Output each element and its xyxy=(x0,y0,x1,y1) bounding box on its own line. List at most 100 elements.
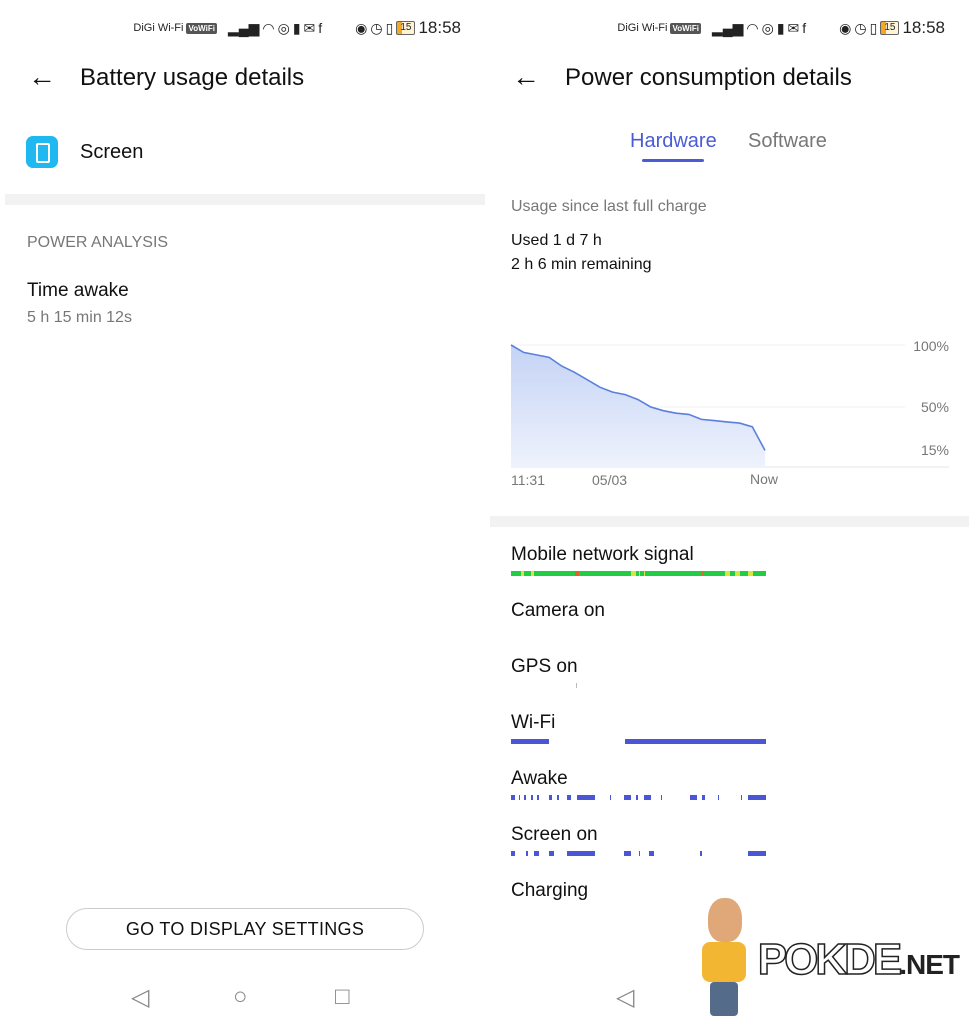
timeline-segment xyxy=(735,571,741,576)
tab-software[interactable]: Software xyxy=(748,130,827,153)
timeline-segment xyxy=(549,851,555,856)
facebook-icon: f xyxy=(802,20,807,36)
timeline-segment xyxy=(643,571,645,576)
timeline-segment xyxy=(638,571,640,576)
timeline-segment xyxy=(518,795,520,800)
carrier-label: DiGi Wi-Fi xyxy=(133,22,184,34)
signal-icon: ▂▄▆ xyxy=(711,19,744,36)
battery-icon: 15 xyxy=(880,21,900,35)
timeline-bar xyxy=(511,851,766,856)
timeline-segment xyxy=(700,571,704,576)
timeline-bar xyxy=(511,795,766,800)
y-tick-100: 100% xyxy=(913,338,949,354)
time-awake-label: Time awake xyxy=(27,280,129,301)
timeline-segment xyxy=(533,851,540,856)
timeline-segment xyxy=(567,851,596,856)
timeline-segment xyxy=(511,739,550,744)
clock: 18:58 xyxy=(902,18,945,37)
timeline-segment xyxy=(661,795,663,800)
back-arrow-icon[interactable]: ← xyxy=(28,63,56,91)
timeline-segment xyxy=(610,795,612,800)
timeline-segment xyxy=(526,851,528,856)
timeline-label: Camera on xyxy=(511,600,605,621)
timeline-segment xyxy=(523,795,527,800)
timeline-label: Wi-Fi xyxy=(511,712,556,733)
timeline-segment xyxy=(638,851,640,856)
timeline-segment xyxy=(635,795,639,800)
clock: 18:58 xyxy=(418,18,461,37)
timeline-segment xyxy=(521,571,524,576)
timeline-bar xyxy=(511,739,766,744)
timeline-segment xyxy=(575,683,577,688)
timeline-segment xyxy=(577,795,596,800)
timeline-segment xyxy=(699,851,703,856)
timeline-segment xyxy=(574,571,579,576)
back-arrow-icon[interactable]: ← xyxy=(512,63,540,91)
timeline-segment xyxy=(624,795,631,800)
vowifi-badge: VoWiFi xyxy=(186,22,217,34)
timeline-segment xyxy=(725,571,731,576)
timeline-segment xyxy=(748,795,766,800)
timeline-segment xyxy=(648,851,654,856)
nav-recents-icon[interactable]: □ xyxy=(335,983,350,1011)
time-awake-value: 5 h 15 min 12s xyxy=(27,309,132,326)
timeline-segment xyxy=(536,795,540,800)
timeline-label: Charging xyxy=(511,880,589,901)
battery-level-chart: 100% 50% 15% 11:31 05/03 Now xyxy=(510,338,949,488)
timeline-bar xyxy=(511,627,766,632)
facebook-icon: f xyxy=(318,20,323,36)
timeline-label: GPS on xyxy=(511,656,578,677)
timeline-segment xyxy=(643,795,652,800)
timeline-segment xyxy=(556,795,560,800)
timeline-segment xyxy=(511,795,515,800)
vibrate-icon: ▯ xyxy=(869,19,878,36)
timeline-label: Screen on xyxy=(511,824,598,845)
tab-hardware[interactable]: Hardware xyxy=(630,130,717,153)
notification-icon: ▮ xyxy=(776,19,785,36)
timeline-segment xyxy=(717,795,719,800)
go-to-display-settings-button[interactable]: GO TO DISPLAY SETTINGS xyxy=(66,908,424,950)
timeline-segment xyxy=(531,795,533,800)
vibrate-icon: ▯ xyxy=(385,19,394,36)
section-divider xyxy=(490,516,969,527)
timeline-label: Mobile network signal xyxy=(511,544,694,565)
mail-icon: ✉ xyxy=(787,19,800,36)
timeline-segment xyxy=(624,851,631,856)
active-tab-indicator xyxy=(642,159,704,162)
page-title: Battery usage details xyxy=(80,64,305,91)
timeline-segment xyxy=(531,571,534,576)
timeline-segment xyxy=(624,739,766,744)
timeline-segment xyxy=(689,795,698,800)
instagram-icon: ◎ xyxy=(761,19,774,36)
remaining-duration: 2 h 6 min remaining xyxy=(511,256,652,273)
battery-area xyxy=(511,345,765,467)
mascot-logo xyxy=(690,898,760,1016)
nav-back-icon[interactable]: ◁ xyxy=(616,983,634,1012)
nav-back-icon[interactable]: ◁ xyxy=(131,983,149,1012)
y-tick-15: 15% xyxy=(921,442,949,458)
page-title: Power consumption details xyxy=(565,64,852,91)
y-tick-50: 50% xyxy=(921,399,949,415)
timeline-segment xyxy=(702,795,705,800)
notification-icon: ▮ xyxy=(292,19,301,36)
x-tick-start: 11:31 xyxy=(511,472,545,488)
timeline-segment xyxy=(748,571,754,576)
wifi-icon: ◠ xyxy=(746,19,759,36)
timeline-segment xyxy=(549,795,552,800)
section-header: POWER ANALYSIS xyxy=(27,234,169,251)
carrier-label: DiGi Wi-Fi xyxy=(617,22,668,34)
timeline-label: Awake xyxy=(511,768,568,789)
watermark-logo: POKDE.NET xyxy=(757,934,960,985)
eye-icon: ◉ xyxy=(839,19,852,36)
signal-icon: ▂▄▆ xyxy=(227,19,260,36)
usage-header: Usage since last full charge xyxy=(511,198,707,215)
timeline-segment xyxy=(740,795,742,800)
status-bar-right: DiGi Wi-Fi VoWiFi ▂▄▆ ◠ ◎ ▮ ✉ f ◉ ◷ ▯ 15… xyxy=(617,18,945,38)
section-divider xyxy=(5,194,485,205)
screen-app-icon xyxy=(26,136,58,168)
nav-home-icon[interactable]: ○ xyxy=(233,983,248,1011)
instagram-icon: ◎ xyxy=(277,19,290,36)
timeline-bar xyxy=(511,571,766,576)
battery-icon: 15 xyxy=(396,21,416,35)
eye-icon: ◉ xyxy=(355,19,368,36)
